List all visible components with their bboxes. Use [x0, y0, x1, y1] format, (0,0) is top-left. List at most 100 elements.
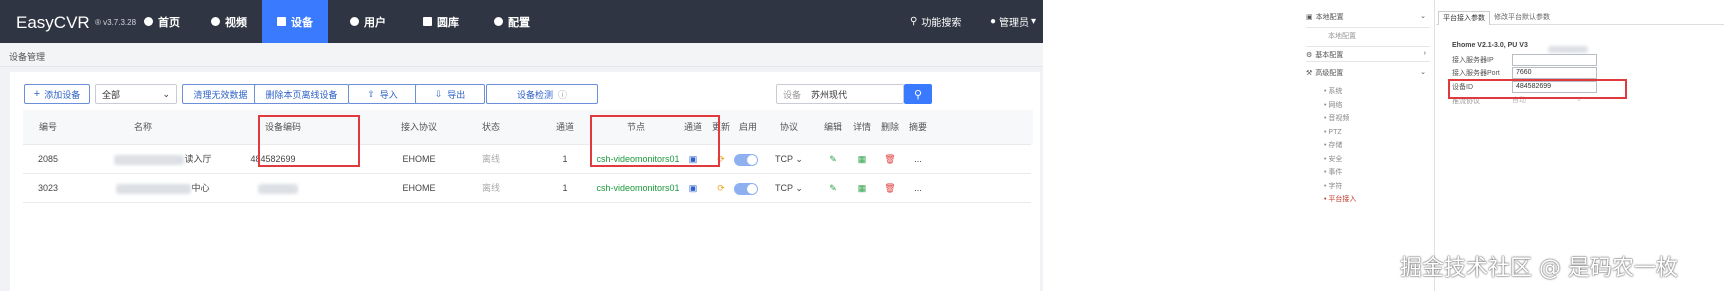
app-logo: EasyCVR — [16, 13, 90, 32]
col-status: 状态 — [481, 122, 500, 132]
nav-item-library[interactable]: 圆库 — [408, 0, 474, 43]
col-protocol: 接入协议 — [400, 122, 437, 132]
upload-icon: ⇧ — [367, 88, 375, 99]
device-check-label: 设备检测 — [516, 89, 553, 100]
highlight-device-code — [258, 115, 360, 167]
tree-item-label: PTZ — [1328, 128, 1342, 136]
cell-transport[interactable]: TCP ⌄ — [769, 145, 809, 173]
search-button[interactable]: ⚲ — [904, 84, 932, 104]
tree-item-av[interactable]: • 音视频 — [1324, 112, 1356, 126]
delete-icon[interactable]: 🗑 — [875, 174, 905, 202]
tree-group-basic[interactable]: ⚙ 基本配置 › — [1306, 46, 1430, 62]
feature-search[interactable]: ⚲ 功能搜索 — [910, 0, 961, 43]
add-device-button[interactable]: + 添加设备 — [24, 84, 90, 104]
nav-item-config[interactable]: 配置 — [479, 0, 545, 43]
filter-value: 全部 — [102, 89, 121, 100]
folder-icon[interactable]: ▣ — [678, 174, 708, 202]
admin-label: 管理员 — [999, 18, 1030, 29]
server-port-field[interactable]: 7660 — [1512, 67, 1597, 79]
search-icon: ⚲ — [910, 16, 918, 27]
nav-item-home[interactable]: 首页 — [128, 0, 196, 43]
tree-item-event[interactable]: • 事件 — [1324, 166, 1356, 180]
nav-config-label: 配置 — [508, 16, 530, 29]
wrench-icon: ⚒ — [1306, 70, 1313, 77]
tree-advanced-children: • 系统 • 网络 • 音视频 • PTZ • 存储 • 安全 • 事件 • 字… — [1324, 85, 1356, 207]
tree-item-label: 平台接入 — [1328, 196, 1357, 203]
settings-tabs: 平台接入参数 修改平台默认参数 — [1436, 11, 1724, 25]
device-search-input[interactable]: 设备 苏州现代 — [776, 84, 904, 104]
col-edit: 编辑 — [823, 122, 842, 132]
tree-group-local[interactable]: ▣ 本地配置 ⌄ — [1306, 12, 1430, 28]
device-filter-select[interactable]: 全部 ⌄ — [95, 84, 177, 104]
transport-value: TCP — [775, 154, 793, 164]
chevron-down-icon: ⌄ — [162, 88, 170, 99]
search-field-label: 设备 — [783, 89, 802, 100]
device-icon — [277, 17, 286, 26]
tree-item-security[interactable]: • 安全 — [1324, 153, 1356, 167]
user-icon: ● — [990, 16, 997, 27]
help-icon: ⓘ — [558, 89, 568, 100]
tree-item-label: 事件 — [1328, 169, 1343, 176]
tree-item-platform[interactable]: • 平台接入 — [1324, 193, 1356, 207]
tree-item-ptz[interactable]: • PTZ — [1324, 126, 1356, 140]
more-button[interactable]: ... — [903, 174, 933, 202]
tree-item-label: 系统 — [1328, 88, 1343, 95]
nav-item-device[interactable]: 设备 — [262, 0, 328, 43]
field-label-server-ip: 接入服务器IP — [1452, 57, 1494, 64]
redacted-text — [1548, 41, 1588, 54]
col-delete: 删除 — [880, 122, 899, 132]
cell-name-text: 中心 — [191, 183, 210, 193]
detail-icon[interactable]: ▦ — [847, 145, 877, 173]
device-check-button[interactable]: 设备检测 ⓘ — [486, 84, 598, 104]
edit-icon[interactable]: ✎ — [818, 145, 848, 173]
tab-platform-params[interactable]: 平台接入参数 — [1438, 11, 1490, 25]
cell-status: 离线 — [481, 154, 500, 164]
table-row[interactable]: 3023 中心 EHOME 离线 1 csh-videomonitors01 ▣… — [23, 174, 1033, 202]
chevron-down-icon: ▾ — [1031, 16, 1037, 27]
redacted-text — [258, 183, 298, 194]
field-label-server-port: 接入服务器Port — [1452, 70, 1500, 77]
server-ip-field[interactable] — [1512, 54, 1597, 66]
import-button[interactable]: ⇧ 导入 — [348, 84, 417, 104]
tree-item-system[interactable]: • 系统 — [1324, 85, 1356, 99]
tree-item-network[interactable]: • 网络 — [1324, 99, 1356, 113]
detail-icon[interactable]: ▦ — [847, 174, 877, 202]
cell-transport[interactable]: TCP ⌄ — [769, 174, 809, 202]
tree-item-label: 存储 — [1328, 142, 1343, 149]
redacted-text — [116, 183, 192, 194]
cell-protocol: EHOME — [402, 183, 436, 193]
more-button[interactable]: ... — [903, 145, 933, 173]
nav-home-label: 首页 — [158, 16, 180, 29]
nav-item-video[interactable]: 视频 — [196, 0, 262, 43]
export-button[interactable]: ⇩ 导出 — [415, 84, 485, 104]
table-row[interactable]: 2085 读入厅 484582699 EHOME 离线 1 csh-videom… — [23, 145, 1033, 173]
tree-group-advanced-label: 高级配置 — [1315, 70, 1344, 77]
enable-toggle[interactable] — [726, 145, 766, 173]
tab-modify-defaults[interactable]: 修改平台默认参数 — [1490, 11, 1554, 25]
cell-id: 3023 — [37, 183, 59, 193]
toggle-switch — [734, 182, 758, 195]
breadcrumb: 设备管理 — [0, 43, 1043, 67]
clear-invalid-button[interactable]: 清理无效数据 — [182, 84, 259, 104]
ehome-version: Ehome V2.1-3.0, PU V3 — [1452, 42, 1528, 49]
search-icon: ⚲ — [913, 88, 923, 101]
tree-item-local[interactable]: 本地配置 — [1328, 31, 1356, 41]
tree-group-local-label: 本地配置 — [1315, 14, 1344, 21]
edit-icon[interactable]: ✎ — [818, 174, 848, 202]
clear-invalid-label: 清理无效数据 — [193, 89, 248, 100]
nav-item-user[interactable]: 用户 — [335, 0, 401, 43]
enable-toggle[interactable] — [726, 174, 766, 202]
tree-item-osd[interactable]: • 字符 — [1324, 180, 1356, 194]
delete-offline-button[interactable]: 删除本页离线设备 — [254, 84, 349, 104]
tree-item-label: 网络 — [1328, 101, 1343, 109]
user-icon — [350, 17, 359, 26]
cell-name: 读入厅 — [103, 145, 223, 173]
cell-node: csh-videomonitors01 — [596, 183, 680, 193]
col-detail: 详情 — [852, 122, 871, 132]
tree-item-storage[interactable]: • 存储 — [1324, 139, 1356, 153]
nav-device-label: 设备 — [291, 16, 313, 29]
delete-icon[interactable]: 🗑 — [875, 145, 905, 173]
tree-group-advanced[interactable]: ⚒ 高级配置 ⌄ — [1306, 65, 1430, 81]
redacted-text — [114, 154, 185, 165]
admin-menu[interactable]: ● 管理员 ▾ — [990, 0, 1036, 43]
